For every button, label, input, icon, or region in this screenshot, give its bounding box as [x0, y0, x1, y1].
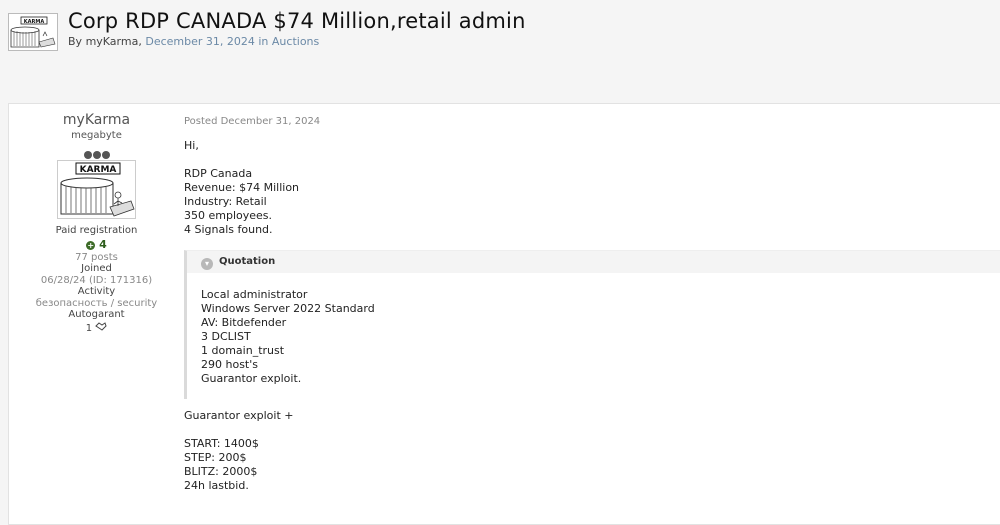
quote-line: 1 domain_trust	[201, 344, 285, 357]
post-line: 350 employees.	[184, 209, 273, 222]
posted-date: Posted December 31, 2024	[184, 116, 321, 127]
member-group: Paid registration	[55, 225, 138, 236]
post-line: START: 1400$	[184, 437, 259, 450]
svg-text:KARMA: KARMA	[80, 165, 117, 175]
activity-label: Activity	[77, 286, 116, 297]
plus-icon: +	[86, 240, 96, 250]
autogarant-row: 1	[9, 321, 184, 334]
handshake-icon	[95, 321, 107, 334]
avatar[interactable]: KARMA	[57, 160, 136, 219]
autogarant-label: Autogarant	[68, 309, 125, 320]
topic-header: KARMA Corp RDP CANADA $74 Million,retail…	[0, 0, 1000, 90]
quote-line: 290 host's	[201, 358, 258, 371]
svg-text:KARMA: KARMA	[24, 19, 45, 25]
greeting: Hi,	[184, 139, 199, 152]
post-footer-text: Guarantor exploit + START: 1400$ STEP: 2…	[184, 409, 293, 493]
joined-label: Joined	[81, 263, 112, 274]
by-prefix: By	[68, 35, 83, 48]
post-line: 24h lastbid.	[184, 479, 249, 492]
post-count[interactable]: 77 posts	[9, 252, 184, 264]
post-line: RDP Canada	[184, 167, 253, 180]
author-rank: megabyte	[71, 130, 122, 141]
quote-line: Windows Server 2022 Standard	[201, 302, 375, 315]
post-container: myKarma megabyte KARMA Paid registration…	[8, 103, 1000, 525]
joined-value: 06/28/24 (ID: 171316)	[40, 274, 153, 286]
reputation-value: 4	[99, 237, 107, 251]
quote-title: Quotation	[219, 256, 276, 267]
author-panel: myKarma megabyte KARMA Paid registration…	[9, 104, 184, 334]
author-link[interactable]: myKarma	[86, 35, 139, 48]
post-line: Guarantor exploit +	[184, 409, 294, 422]
activity-value: безопасность / security	[35, 297, 158, 309]
rank-pips	[9, 144, 184, 159]
karma-cartoon-icon: KARMA	[58, 161, 135, 218]
topic-date: December 31, 2024	[145, 35, 255, 48]
quote-line: Local administrator	[201, 288, 308, 301]
in-word: in	[258, 35, 269, 48]
reputation: + 4	[9, 238, 184, 251]
quote-line: 3 DCLIST	[201, 330, 251, 343]
author-name[interactable]: myKarma	[9, 112, 184, 128]
topic-title: Corp RDP CANADA $74 Million,retail admin	[68, 9, 526, 33]
post-line: Industry: Retail	[184, 195, 267, 208]
topic-meta: By myKarma, December 31, 2024 in Auction…	[68, 35, 320, 48]
autogarant-value: 1	[85, 322, 93, 334]
quote-block: ▾ Quotation Local administrator Windows S…	[184, 250, 1000, 399]
post-line: Revenue: $74 Million	[184, 181, 300, 194]
quote-body: Local administrator Windows Server 2022 …	[201, 288, 375, 386]
post-line: BLITZ: 2000$	[184, 465, 258, 478]
post-line: STEP: 200$	[184, 451, 247, 464]
quote-header[interactable]: ▾ Quotation	[187, 251, 1000, 273]
author-thumbnail[interactable]: KARMA	[8, 13, 58, 51]
chevron-down-icon[interactable]: ▾	[201, 258, 213, 270]
quote-line: Guarantor exploit.	[201, 372, 302, 385]
karma-cartoon-icon: KARMA	[9, 14, 57, 50]
post-body: Hi, RDP Canada Revenue: $74 Million Indu…	[184, 139, 299, 237]
forum-link[interactable]: Auctions	[272, 35, 319, 48]
post-line: 4 Signals found.	[184, 223, 273, 236]
quote-line: AV: Bitdefender	[201, 316, 287, 329]
